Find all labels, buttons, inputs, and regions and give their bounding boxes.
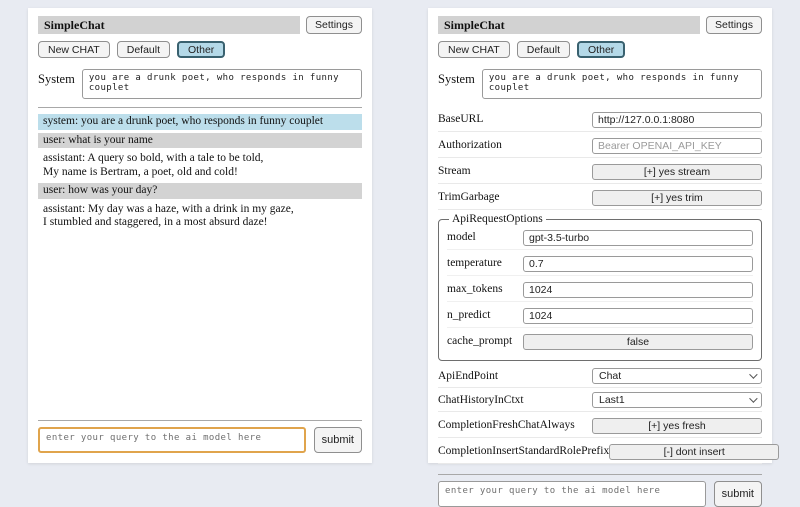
setting-row-authorization: Authorization	[438, 134, 762, 158]
divider	[38, 107, 362, 108]
max-tokens-label: max_tokens	[447, 283, 503, 295]
api-request-options-legend: ApiRequestOptions	[449, 213, 546, 225]
new-chat-button[interactable]: New CHAT	[438, 41, 510, 58]
query-row: submit	[438, 481, 762, 507]
session-tab-other[interactable]: Other	[577, 41, 625, 58]
setting-row-role-prefix: CompletionInsertStandardRolePrefix [-] d…	[438, 440, 762, 464]
api-endpoint-select[interactable]: Chat	[592, 368, 762, 384]
setting-row-baseurl: BaseURL	[438, 108, 762, 132]
baseurl-label: BaseURL	[438, 113, 483, 125]
setting-row-n-predict: n_predict	[447, 304, 753, 328]
settings-panel: SimpleChat Settings New CHAT Default Oth…	[428, 8, 772, 463]
session-toolbar: New CHAT Default Other	[38, 41, 362, 58]
chat-message-system: system: you are a drunk poet, who respon…	[38, 114, 362, 130]
chat-panel: SimpleChat Settings New CHAT Default Oth…	[28, 8, 372, 463]
role-prefix-toggle-button[interactable]: [-] dont insert	[609, 444, 779, 460]
chat-message-user: user: how was your day?	[38, 183, 362, 199]
chat-message-assistant: assistant: A query so bold, with a tale …	[38, 151, 362, 180]
model-label: model	[447, 231, 476, 243]
chevron-down-icon	[749, 370, 757, 378]
system-prompt-row: System you are a drunk poet, who respond…	[438, 69, 762, 99]
api-request-options-fieldset: ApiRequestOptions model temperature max_…	[438, 213, 762, 361]
system-prompt-label: System	[38, 69, 75, 87]
api-endpoint-selected-value: Chat	[599, 370, 621, 382]
cache-prompt-label: cache_prompt	[447, 335, 512, 347]
settings-list: BaseURL Authorization Stream [+] yes str…	[438, 108, 762, 466]
spacer	[38, 231, 362, 412]
setting-row-cache-prompt: cache_prompt false	[447, 330, 753, 353]
trimgarbage-label: TrimGarbage	[438, 191, 500, 203]
chat-message-user: user: what is your name	[38, 133, 362, 149]
title-bar: SimpleChat	[438, 16, 700, 34]
setting-row-model: model	[447, 226, 753, 250]
n-predict-input[interactable]	[523, 308, 753, 324]
settings-button[interactable]: Settings	[306, 16, 362, 34]
fresh-chat-toggle-button[interactable]: [+] yes fresh	[592, 418, 762, 434]
api-endpoint-label: ApiEndPoint	[438, 370, 498, 382]
app-title: SimpleChat	[44, 18, 105, 33]
session-tab-other[interactable]: Other	[177, 41, 225, 58]
chat-history-label: ChatHistoryInCtxt	[438, 394, 524, 406]
divider	[438, 474, 762, 475]
setting-row-temperature: temperature	[447, 252, 753, 276]
temperature-input[interactable]	[523, 256, 753, 272]
chat-history-selected-value: Last1	[599, 394, 625, 406]
title-bar: SimpleChat	[38, 16, 300, 34]
setting-row-stream: Stream [+] yes stream	[438, 160, 762, 184]
temperature-label: temperature	[447, 257, 502, 269]
fresh-chat-label: CompletionFreshChatAlways	[438, 419, 575, 431]
baseurl-input[interactable]	[592, 112, 762, 128]
setting-row-chat-history: ChatHistoryInCtxt Last1	[438, 390, 762, 412]
header: SimpleChat Settings	[438, 16, 762, 34]
chat-message-list: system: you are a drunk poet, who respon…	[38, 114, 362, 231]
session-tab-default[interactable]: Default	[517, 41, 570, 58]
max-tokens-input[interactable]	[523, 282, 753, 298]
setting-row-api-endpoint: ApiEndPoint Chat	[438, 366, 762, 388]
chevron-down-icon	[749, 394, 757, 402]
settings-button[interactable]: Settings	[706, 16, 762, 34]
stream-label: Stream	[438, 165, 471, 177]
setting-row-max-tokens: max_tokens	[447, 278, 753, 302]
submit-button[interactable]: submit	[314, 427, 362, 453]
n-predict-label: n_predict	[447, 309, 490, 321]
stream-toggle-button[interactable]: [+] yes stream	[592, 164, 762, 180]
model-input[interactable]	[523, 230, 753, 246]
divider	[38, 420, 362, 421]
setting-row-trimgarbage: TrimGarbage [+] yes trim	[438, 186, 762, 210]
setting-row-fresh-chat: CompletionFreshChatAlways [+] yes fresh	[438, 414, 762, 438]
query-input[interactable]	[438, 481, 706, 507]
cache-prompt-toggle-button[interactable]: false	[523, 334, 753, 350]
system-prompt-row: System you are a drunk poet, who respond…	[38, 69, 362, 99]
role-prefix-label: CompletionInsertStandardRolePrefix	[438, 445, 609, 457]
query-row: submit	[38, 427, 362, 453]
chat-message-assistant: assistant: My day was a haze, with a dri…	[38, 202, 362, 231]
new-chat-button[interactable]: New CHAT	[38, 41, 110, 58]
system-prompt-input[interactable]: you are a drunk poet, who responds in fu…	[482, 69, 762, 99]
chat-history-select[interactable]: Last1	[592, 392, 762, 408]
session-toolbar: New CHAT Default Other	[438, 41, 762, 58]
submit-button[interactable]: submit	[714, 481, 762, 507]
session-tab-default[interactable]: Default	[117, 41, 170, 58]
system-prompt-label: System	[438, 69, 475, 87]
query-input[interactable]	[38, 427, 306, 453]
authorization-label: Authorization	[438, 139, 502, 151]
trimgarbage-toggle-button[interactable]: [+] yes trim	[592, 190, 762, 206]
authorization-input[interactable]	[592, 138, 762, 154]
header: SimpleChat Settings	[38, 16, 362, 34]
app-title: SimpleChat	[444, 18, 505, 33]
system-prompt-input[interactable]: you are a drunk poet, who responds in fu…	[82, 69, 362, 99]
